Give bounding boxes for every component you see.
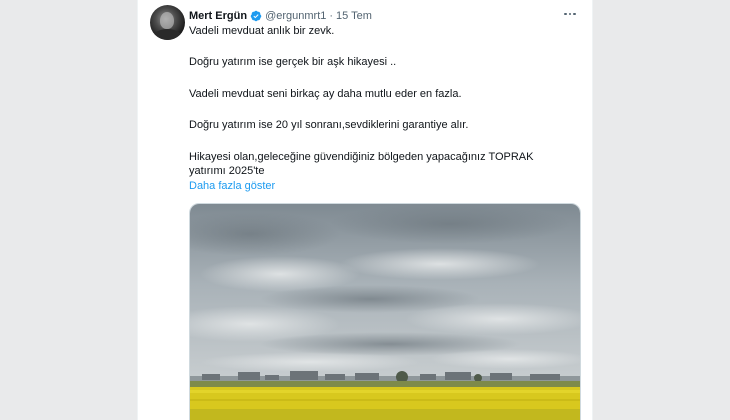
avatar-face [160, 12, 174, 29]
tweet-line: yatırımı 2025'te [189, 165, 265, 177]
avatar-shoulders [153, 29, 182, 40]
tweet-line: Hikayesi olan,geleceğine güvendiğiniz bö… [189, 151, 534, 163]
more-options-icon[interactable] [562, 6, 578, 22]
author-avatar[interactable] [150, 5, 185, 40]
show-more-link[interactable]: Daha fazla göster [189, 179, 275, 193]
author-handle[interactable]: @ergunmrt1 [265, 10, 326, 22]
tweet-line: Vadeli mevduat anlık bir zevk. [189, 25, 335, 37]
tweet-line: Doğru yatırım ise 20 yıl sonranı,sevdikl… [189, 119, 469, 131]
tweet-line: Vadeli mevduat seni birkaç ay daha mutlu… [189, 88, 462, 100]
field-photo [190, 204, 580, 420]
header-separator: · [329, 10, 334, 22]
verified-badge-icon [250, 10, 262, 22]
tweet-card[interactable]: Mert Ergün @ergunmrt1 · 15 Tem Vadeli me… [137, 0, 593, 420]
tweet-line: Doğru yatırım ise gerçek bir aşk hikayes… [189, 56, 397, 68]
tweet-header: Mert Ergün @ergunmrt1 · 15 Tem [189, 8, 372, 24]
tweet-date[interactable]: 15 Tem [336, 10, 372, 22]
author-name[interactable]: Mert Ergün [189, 10, 247, 22]
tweet-media-image[interactable] [189, 203, 581, 420]
